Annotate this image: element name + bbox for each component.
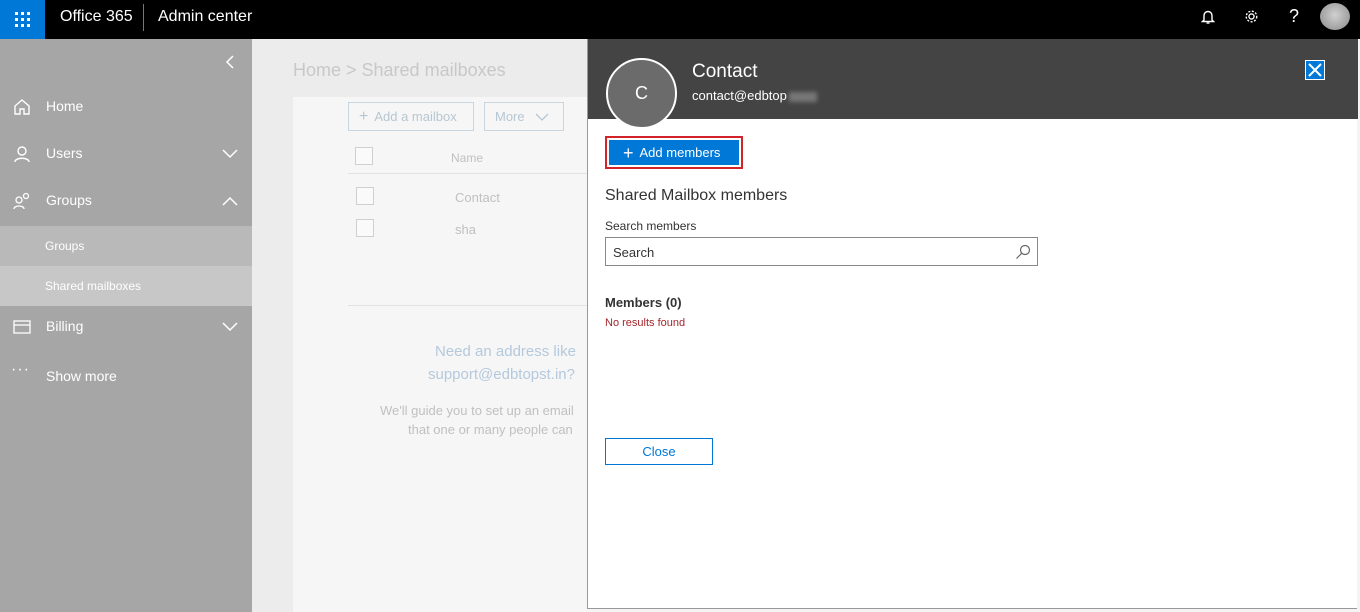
panel-header: Contact contact@edbtop [588, 39, 1358, 119]
section-title: Shared Mailbox members [605, 187, 788, 204]
list-divider [348, 305, 588, 306]
row-checkbox[interactable] [356, 187, 374, 205]
chevron-down-icon [222, 322, 238, 332]
app-name[interactable]: Office 365 [60, 8, 133, 26]
notifications-button[interactable] [1193, 0, 1223, 33]
search-placeholder: Search [613, 245, 655, 260]
close-button[interactable]: Close [605, 438, 713, 465]
add-mailbox-button[interactable]: + Add a mailbox [348, 102, 474, 131]
nav-item-home[interactable]: Home [0, 87, 252, 127]
app-launcher-button[interactable] [0, 0, 45, 39]
column-header-name[interactable]: Name [451, 151, 483, 165]
empty-state-body: We'll guide you to set up an email [380, 403, 574, 418]
contact-email-text: contact@edbtop [692, 88, 787, 103]
nav-item-users[interactable]: Users [0, 134, 252, 174]
plus-icon: + [359, 107, 369, 125]
left-navigation: Home Users Groups Groups Shared mailboxe… [0, 39, 252, 612]
table-row[interactable]: Contact [455, 190, 500, 205]
add-members-label: Add members [639, 145, 721, 160]
close-icon [1308, 63, 1322, 77]
settings-button[interactable] [1236, 0, 1266, 33]
more-label: More [495, 109, 525, 124]
contact-avatar: C [606, 58, 677, 129]
gear-icon [1245, 10, 1257, 23]
nav-subitem-shared-mailboxes[interactable]: Shared mailboxes [0, 266, 252, 306]
chevron-down-icon [222, 149, 238, 159]
groups-icon [13, 192, 30, 210]
search-icon[interactable] [1015, 244, 1031, 260]
select-all-checkbox[interactable] [355, 147, 373, 165]
user-avatar[interactable] [1320, 3, 1350, 30]
collapse-nav-icon[interactable] [222, 53, 240, 71]
add-members-button[interactable]: + Add members [609, 140, 739, 165]
empty-state-title: Need an address like [435, 343, 576, 360]
add-mailbox-label: Add a mailbox [374, 109, 457, 124]
search-label: Search members [605, 219, 697, 233]
add-members-highlight: + Add members [605, 136, 743, 169]
waffle-icon [15, 12, 30, 27]
help-icon: ? [1288, 6, 1299, 26]
user-icon [14, 146, 30, 163]
nav-label-groups: Groups [46, 192, 92, 208]
nav-sublabel-shared-mailboxes: Shared mailboxes [45, 279, 142, 293]
more-button[interactable]: More [484, 102, 564, 131]
nav-item-groups[interactable]: Groups [0, 181, 252, 221]
redacted-text [788, 91, 817, 102]
main-content: Home > Shared mailboxes + Add a mailbox … [252, 39, 588, 612]
nav-subitem-groups[interactable]: Groups [0, 226, 252, 266]
ellipsis-icon: ··· [11, 361, 30, 378]
table-row[interactable]: sha [455, 222, 476, 237]
nav-label-home: Home [46, 98, 84, 114]
breadcrumb[interactable]: Home > Shared mailboxes [293, 60, 506, 81]
help-button[interactable]: ? [1279, 0, 1309, 33]
bell-icon [1201, 10, 1215, 24]
chevron-down-icon [535, 113, 549, 121]
empty-state-title-2: support@edbtopst.in? [428, 366, 575, 383]
billing-icon [13, 320, 31, 334]
nav-item-billing[interactable]: Billing [0, 307, 252, 347]
nav-label-users: Users [46, 145, 83, 161]
close-panel-button[interactable] [1305, 60, 1325, 80]
no-results-message: No results found [605, 317, 686, 329]
home-icon [14, 99, 30, 115]
search-members-input[interactable]: Search [605, 237, 1038, 266]
chevron-up-icon [222, 196, 238, 206]
nav-label-show-more: Show more [46, 368, 117, 384]
plus-icon: + [623, 142, 634, 163]
empty-state-body-2: that one or many people can [408, 422, 573, 437]
suite-title[interactable]: Admin center [158, 8, 252, 26]
row-checkbox[interactable] [356, 219, 374, 237]
nav-label-billing: Billing [46, 318, 84, 334]
header-divider [348, 173, 588, 174]
shared-mailbox-members-panel: Contact contact@edbtop C + Add members S… [587, 39, 1358, 609]
contact-name: Contact [692, 61, 758, 82]
members-count: Members (0) [605, 295, 682, 310]
contact-email: contact@edbtop [692, 88, 817, 103]
title-divider [143, 4, 144, 31]
top-bar: Office 365 Admin center ? [0, 0, 1360, 39]
mailbox-list-card: + Add a mailbox More Name Contact sha Ne… [293, 97, 588, 612]
nav-sublabel-groups: Groups [45, 239, 85, 253]
nav-item-show-more[interactable]: ··· Show more [0, 357, 252, 397]
